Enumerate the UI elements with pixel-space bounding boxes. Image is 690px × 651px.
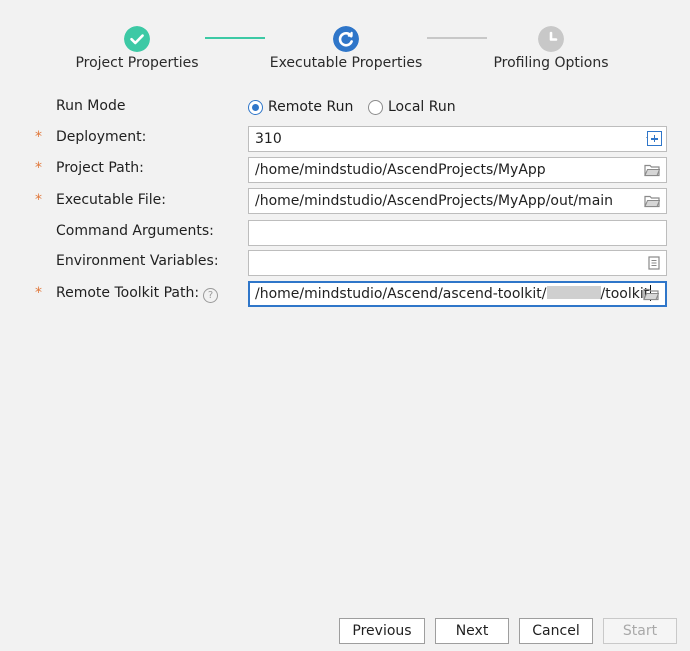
command-arguments-input[interactable] — [248, 220, 667, 246]
add-deployment-button[interactable] — [647, 131, 662, 146]
executable-file-label: Executable File: — [56, 192, 166, 208]
environment-variables-label: Environment Variables: — [56, 253, 219, 269]
executable-file-value: /home/mindstudio/AscendProjects/MyApp/ou… — [255, 193, 614, 209]
clock-icon — [538, 26, 564, 52]
previous-button[interactable]: Previous — [339, 618, 425, 644]
required-marker: * — [35, 192, 42, 208]
project-path-label: Project Path: — [56, 160, 144, 176]
remote-run-label: Remote Run — [268, 99, 354, 115]
step-profiling-options: Profiling Options — [493, 26, 609, 71]
radio-selected-indicator[interactable] — [248, 99, 263, 115]
check-icon — [124, 26, 150, 52]
help-icon[interactable]: ? — [203, 288, 218, 303]
deployment-row: * Deployment: 310 — [0, 125, 690, 153]
redacted-segment — [546, 286, 601, 299]
deployment-select[interactable]: 310 — [248, 126, 667, 152]
step-label: Executable Properties — [269, 55, 423, 71]
environment-variables-row: Environment Variables: — [0, 249, 690, 277]
step-executable-properties: Executable Properties — [270, 26, 422, 71]
remote-toolkit-path-suffix: /toolkit — [600, 286, 650, 302]
environment-variables-input[interactable] — [248, 250, 667, 276]
remote-run-radio[interactable]: Remote Run — [248, 99, 353, 115]
step-label: Profiling Options — [493, 55, 609, 71]
folder-icon[interactable] — [644, 195, 660, 208]
cancel-button[interactable]: Cancel — [519, 618, 593, 644]
document-icon[interactable] — [648, 256, 660, 270]
run-mode-row: Run Mode Remote Run Local Run — [0, 94, 690, 122]
local-run-radio[interactable]: Local Run — [368, 99, 456, 115]
local-run-label: Local Run — [388, 99, 456, 115]
required-marker: * — [35, 129, 42, 145]
start-button[interactable]: Start — [603, 618, 677, 644]
project-path-row: * Project Path: /home/mindstudio/AscendP… — [0, 156, 690, 184]
command-arguments-label: Command Arguments: — [56, 223, 214, 239]
project-path-input[interactable]: /home/mindstudio/AscendProjects/MyApp — [248, 157, 667, 183]
step-connector-complete — [205, 37, 265, 39]
remote-toolkit-path-label: Remote Toolkit Path: — [56, 285, 200, 301]
executable-file-input[interactable]: /home/mindstudio/AscendProjects/MyApp/ou… — [248, 188, 667, 214]
folder-icon[interactable] — [644, 164, 660, 177]
step-project-properties: Project Properties — [75, 26, 199, 71]
step-connector-pending — [427, 37, 487, 39]
deployment-value: 310 — [255, 131, 282, 147]
executable-file-row: * Executable File: /home/mindstudio/Asce… — [0, 188, 690, 216]
required-marker: * — [35, 160, 42, 176]
remote-toolkit-path-row: * Remote Toolkit Path: ? /home/mindstudi… — [0, 281, 690, 309]
in-progress-icon — [333, 26, 359, 52]
radio-unselected-indicator[interactable] — [368, 99, 383, 115]
command-arguments-row: Command Arguments: — [0, 219, 690, 247]
remote-toolkit-path-input[interactable]: /home/mindstudio/Ascend/ascend-toolkit/ /… — [248, 281, 667, 307]
folder-icon[interactable] — [643, 288, 659, 301]
required-marker: * — [35, 285, 42, 301]
run-mode-label: Run Mode — [56, 98, 126, 114]
remote-toolkit-path-prefix: /home/mindstudio/Ascend/ascend-toolkit/ — [255, 286, 547, 302]
next-button[interactable]: Next — [435, 618, 509, 644]
deployment-label: Deployment: — [56, 129, 147, 145]
project-path-value: /home/mindstudio/AscendProjects/MyApp — [255, 162, 546, 178]
step-label: Project Properties — [75, 55, 199, 71]
